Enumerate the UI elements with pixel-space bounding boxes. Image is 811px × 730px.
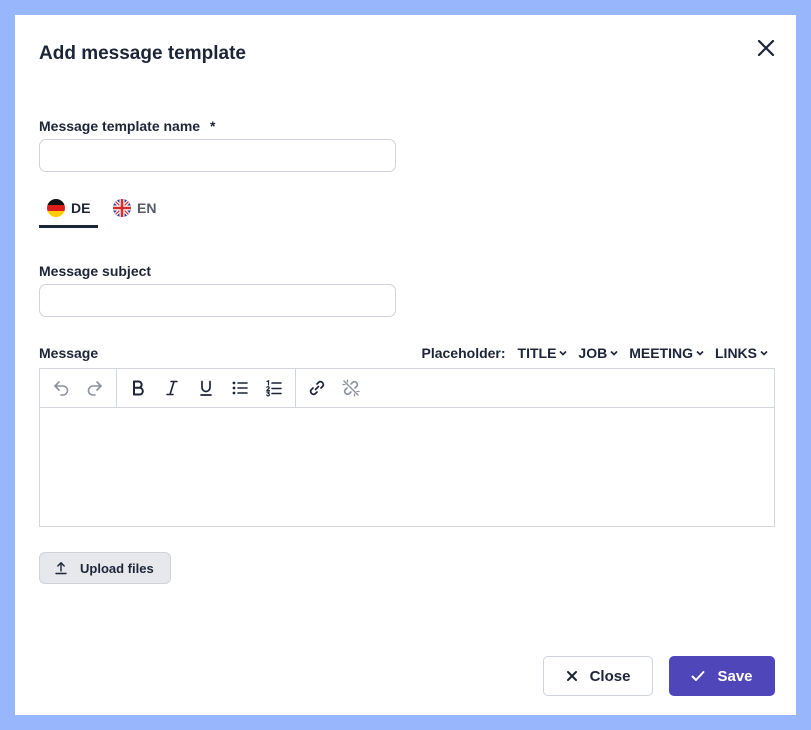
chevron-down-icon bbox=[559, 350, 567, 356]
tab-en-label: EN bbox=[137, 200, 157, 216]
chevron-down-icon bbox=[760, 350, 768, 356]
placeholder-title-dropdown[interactable]: TITLE bbox=[518, 345, 569, 361]
unlink-icon bbox=[342, 379, 360, 397]
message-editor bbox=[39, 368, 775, 527]
editor-toolbar bbox=[40, 369, 774, 408]
placeholder-job-label: JOB bbox=[578, 345, 608, 361]
redo-icon bbox=[87, 381, 102, 396]
placeholder-title-label: TITLE bbox=[517, 345, 557, 361]
italic-button[interactable] bbox=[155, 373, 189, 403]
placeholder-links-label: LINKS bbox=[715, 345, 757, 361]
bullet-list-button[interactable] bbox=[223, 373, 257, 403]
placeholder-selector: Placeholder: TITLE JOB MEETING LINKS bbox=[422, 345, 770, 361]
tab-en[interactable]: EN bbox=[113, 198, 173, 228]
underline-icon bbox=[200, 380, 212, 396]
upload-icon bbox=[55, 562, 67, 575]
germany-flag-icon bbox=[47, 199, 65, 217]
template-name-label-text: Message template name bbox=[39, 118, 201, 134]
message-body[interactable] bbox=[40, 408, 774, 527]
placeholder-job-dropdown[interactable]: JOB bbox=[578, 345, 619, 361]
italic-icon bbox=[166, 380, 178, 396]
numbered-list-icon bbox=[266, 379, 282, 397]
close-icon bbox=[757, 39, 775, 57]
underline-button[interactable] bbox=[189, 373, 223, 403]
undo-icon bbox=[54, 381, 69, 396]
placeholder-links-dropdown[interactable]: LINKS bbox=[715, 345, 769, 361]
subject-input[interactable] bbox=[39, 284, 396, 317]
numbered-list-button[interactable] bbox=[257, 373, 291, 403]
link-group bbox=[296, 369, 372, 407]
dialog-title: Add message template bbox=[39, 43, 246, 64]
link-button[interactable] bbox=[300, 373, 334, 403]
tab-de[interactable]: DE bbox=[39, 198, 98, 228]
upload-files-label: Upload files bbox=[80, 560, 154, 576]
bullet-list-icon bbox=[232, 381, 248, 395]
tab-de-label: DE bbox=[71, 200, 91, 216]
link-icon bbox=[309, 380, 325, 396]
chevron-down-icon bbox=[610, 350, 618, 356]
required-marker: * bbox=[209, 118, 216, 134]
save-button[interactable]: Save bbox=[669, 656, 775, 696]
uk-flag-icon bbox=[113, 199, 131, 217]
bold-icon bbox=[133, 380, 144, 396]
save-button-label: Save bbox=[717, 667, 753, 685]
subject-label: Message subject bbox=[39, 263, 152, 279]
check-icon bbox=[691, 671, 705, 681]
upload-files-button[interactable]: Upload files bbox=[39, 552, 171, 584]
placeholder-meeting-dropdown[interactable]: MEETING bbox=[629, 345, 705, 361]
formatting-group bbox=[117, 369, 296, 407]
add-message-template-dialog: Add message template Message template na… bbox=[15, 15, 796, 715]
redo-button[interactable] bbox=[78, 373, 112, 403]
history-group bbox=[40, 369, 117, 407]
close-button[interactable]: Close bbox=[543, 656, 653, 696]
close-icon bbox=[566, 671, 577, 681]
placeholder-meeting-label: MEETING bbox=[629, 345, 693, 361]
placeholder-label: Placeholder: bbox=[421, 345, 506, 361]
template-name-label: Message template name * bbox=[39, 118, 215, 134]
template-name-input[interactable] bbox=[39, 139, 396, 172]
bold-button[interactable] bbox=[121, 373, 155, 403]
undo-button[interactable] bbox=[44, 373, 78, 403]
chevron-down-icon bbox=[696, 350, 704, 356]
close-dialog-button[interactable] bbox=[756, 38, 776, 58]
close-button-label: Close bbox=[589, 667, 631, 685]
message-label: Message bbox=[39, 345, 99, 361]
unlink-button[interactable] bbox=[334, 373, 368, 403]
